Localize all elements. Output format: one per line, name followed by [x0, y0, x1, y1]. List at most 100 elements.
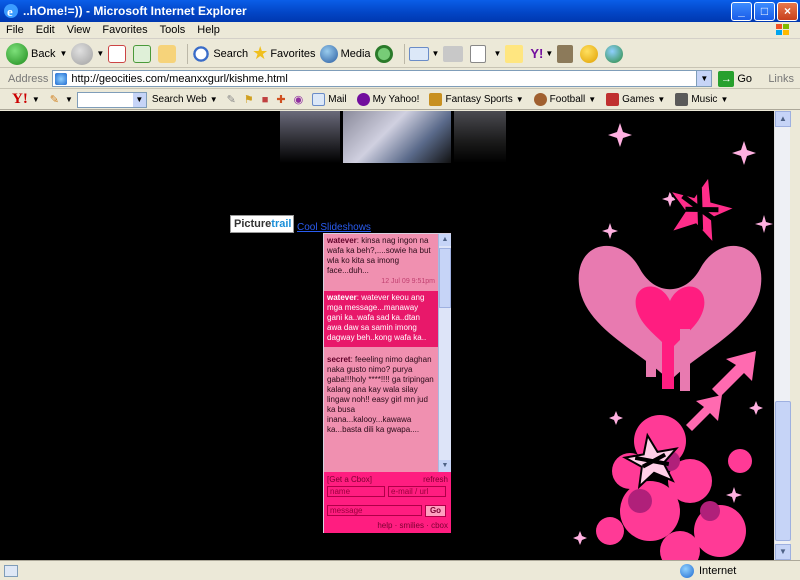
search-button[interactable]: Search	[192, 44, 248, 63]
forward-arrow-icon	[71, 42, 94, 65]
address-input[interactable]: http://geocities.com/meanxxgurl/kishme.h…	[52, 70, 713, 87]
picturetrail-logo-a: Picture	[234, 218, 272, 230]
anti-spy-icon[interactable]: ⚑	[244, 93, 254, 106]
cbox-scroll-thumb[interactable]	[439, 248, 451, 308]
menu-view[interactable]: View	[61, 24, 97, 36]
target-icon[interactable]: ✚	[276, 93, 285, 106]
forward-button[interactable]: ▼	[71, 42, 104, 65]
page-scrollbar[interactable]: ▲ ▼	[774, 111, 791, 560]
search-icon	[192, 44, 211, 63]
links-button[interactable]: Links	[768, 73, 794, 85]
scroll-up-icon[interactable]: ▲	[775, 111, 791, 127]
favorites-button[interactable]: ★ Favorites	[252, 43, 315, 64]
my-yahoo-button[interactable]: My Yahoo!	[356, 93, 420, 106]
photo-thumbnail[interactable]	[343, 111, 451, 163]
yahoo-dropdown-icon[interactable]: ▼	[32, 95, 40, 104]
print-button[interactable]	[443, 45, 466, 62]
note-icon	[505, 44, 524, 63]
back-button[interactable]: Back ▼	[6, 42, 67, 65]
home-button[interactable]	[158, 44, 179, 63]
cbox-chat-widget: watever: kinsa nag ingon na wafa ka beh?…	[323, 233, 451, 533]
my-yahoo-label: My Yahoo!	[372, 94, 420, 105]
headset-icon[interactable]: ◉	[294, 93, 304, 106]
yahoo-logo[interactable]: Y!	[12, 91, 28, 108]
music-label: Music	[691, 94, 718, 105]
menu-help[interactable]: Help	[191, 24, 226, 36]
highlight-icon[interactable]: ✎	[227, 93, 236, 106]
msn-people-icon	[605, 44, 624, 63]
cbox-name-input[interactable]: name	[327, 486, 385, 497]
address-dropdown-icon[interactable]: ▼	[696, 71, 712, 86]
minimize-button[interactable]: _	[731, 1, 752, 21]
message-timestamp: 12 Jul 09 9:51pm	[381, 278, 435, 285]
menu-tools[interactable]: Tools	[154, 24, 192, 36]
history-icon	[374, 44, 393, 63]
photo-thumbnail[interactable]	[280, 111, 340, 163]
svg-text:e: e	[7, 4, 13, 19]
cbox-footer-links[interactable]: help · smilies · cbox	[377, 521, 448, 530]
paint-splatter	[596, 415, 752, 560]
scroll-down-icon[interactable]: ▼	[439, 460, 451, 472]
cbox-email-input[interactable]: e-mail / url	[388, 486, 446, 497]
stop-button[interactable]	[108, 44, 129, 63]
cbox-message: secret: feeeling nimo daghan naka gusto …	[324, 347, 438, 439]
cbox-go-button[interactable]: Go	[425, 505, 446, 517]
message-author: watever	[327, 236, 357, 245]
pencil-icon[interactable]: ✎	[50, 93, 59, 106]
photo-thumbnail[interactable]	[454, 111, 506, 163]
arrow-icon	[686, 351, 756, 431]
search-web-button[interactable]: Search Web ▼	[152, 94, 218, 105]
get-cbox-link[interactable]: [Get a Cbox]	[327, 475, 372, 484]
pencil-dropdown-icon[interactable]: ▼	[65, 95, 73, 104]
menu-favorites[interactable]: Favorites	[96, 24, 153, 36]
fantasy-sports-button[interactable]: Fantasy Sports ▼	[429, 93, 524, 106]
emo-heart-artwork	[573, 123, 773, 560]
maximize-button[interactable]: □	[754, 1, 775, 21]
ie-logo-icon: e	[4, 4, 18, 19]
scroll-down-icon[interactable]: ▼	[775, 544, 791, 560]
media-icon	[319, 44, 338, 63]
popup-blocker-icon[interactable]: ■	[262, 94, 269, 106]
message-author: secret	[327, 355, 351, 364]
cbox-scrollbar[interactable]: ▲ ▼	[438, 234, 451, 472]
go-button[interactable]: → Go	[718, 70, 752, 87]
toolbar-separator	[403, 43, 405, 64]
msn-messenger-button[interactable]	[605, 44, 626, 63]
page-done-icon	[4, 564, 18, 577]
edit-button[interactable]: ▼	[470, 44, 501, 63]
cool-slideshows-link[interactable]: Cool Slideshows	[297, 222, 371, 233]
cbox-message-list: watever: kinsa nag ingon na wafa ka beh?…	[324, 234, 438, 472]
window-title: ..hOme!=)) - Microsoft Internet Explorer	[23, 4, 247, 18]
close-button[interactable]: ×	[777, 1, 798, 21]
mail-button[interactable]: ▼	[408, 46, 439, 61]
picturetrail-logo[interactable]: Picturetrail	[230, 215, 294, 233]
standard-toolbar: Back ▼ ▼ Search ★ Favorites Media ▼ ▼ Y!…	[0, 40, 800, 68]
search-dropdown-icon[interactable]: ▼	[132, 92, 146, 107]
discuss-button[interactable]	[505, 44, 526, 63]
menu-file[interactable]: File	[0, 24, 30, 36]
trophy-icon	[429, 93, 443, 106]
yahoo-search-input[interactable]: ▼	[76, 91, 147, 108]
media-button[interactable]: Media	[319, 44, 371, 63]
football-button[interactable]: Football ▼	[533, 93, 596, 106]
photo-strip	[280, 111, 506, 163]
music-button[interactable]: Music ▼	[675, 93, 728, 106]
smiley-icon	[580, 44, 599, 63]
yahoo-messenger-button[interactable]: Y! ▼	[530, 46, 553, 61]
refresh-link[interactable]: refresh	[423, 475, 448, 484]
toolbar-separator	[187, 43, 189, 64]
page-scroll-thumb[interactable]	[775, 401, 791, 541]
media-label: Media	[340, 47, 371, 60]
research-button[interactable]	[557, 44, 576, 63]
refresh-button[interactable]	[133, 44, 154, 63]
cbox-message-input[interactable]: message	[327, 505, 422, 516]
history-button[interactable]	[374, 44, 396, 63]
scroll-up-icon[interactable]: ▲	[439, 234, 451, 246]
mail-label: Mail	[328, 94, 347, 105]
menu-edit[interactable]: Edit	[30, 24, 61, 36]
messenger-smiley-button[interactable]	[580, 44, 601, 63]
message-text: : feeeling nimo daghan naka gusto nimo? …	[327, 355, 434, 434]
internet-globe-icon	[680, 563, 694, 578]
yahoo-mail-button[interactable]: Mail	[312, 93, 347, 106]
games-button[interactable]: Games ▼	[606, 93, 665, 106]
